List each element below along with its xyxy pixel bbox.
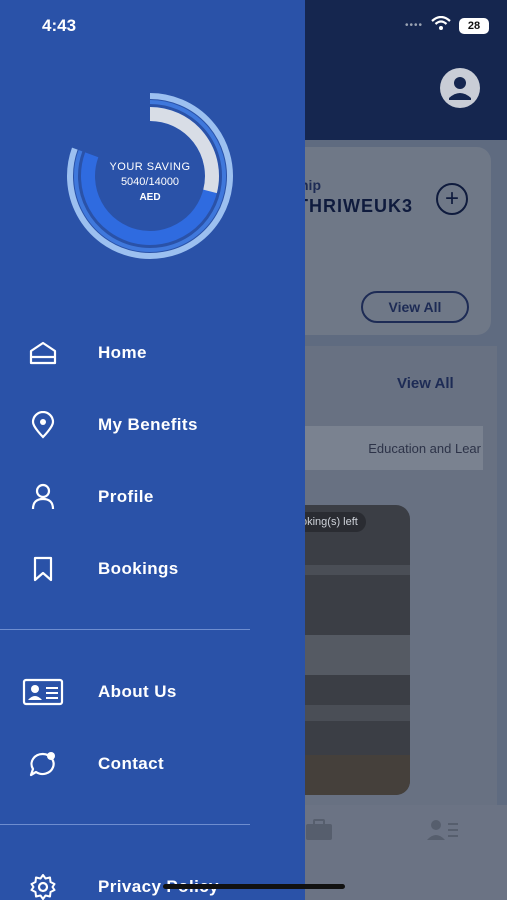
battery-icon: 28	[459, 17, 489, 34]
home-icon	[22, 338, 64, 368]
menu-label: Contact	[98, 754, 165, 773]
savings-currency: AED	[139, 192, 161, 203]
menu-label: Home	[98, 343, 147, 362]
menu-item-my-benefits[interactable]: My Benefits	[0, 400, 305, 450]
chat-bubble-icon	[22, 749, 64, 779]
id-card-icon	[22, 677, 64, 707]
home-indicator	[163, 884, 345, 889]
wifi-icon	[431, 15, 451, 35]
category-chip[interactable]: Education and Lear	[300, 426, 483, 470]
gear-icon	[22, 872, 64, 900]
menu-label: Bookings	[98, 559, 179, 578]
menu-item-privacy-policy[interactable]: Privacy Policy	[0, 862, 305, 900]
savings-label: YOUR SAVING	[109, 161, 191, 173]
savings-value: 5040/14000	[120, 176, 180, 188]
avatar-icon[interactable]	[433, 67, 487, 109]
menu-item-bookings[interactable]: Bookings	[0, 544, 305, 594]
menu-item-contact[interactable]: Contact	[0, 739, 305, 789]
signal-icon: ••••	[404, 20, 423, 31]
card-title: THRIWEUK3	[297, 196, 413, 216]
side-drawer: YOUR SAVING 5040/14000 AED Home My Benef…	[0, 0, 305, 900]
menu-item-profile[interactable]: Profile	[0, 472, 305, 522]
briefcase-icon[interactable]	[304, 818, 334, 842]
status-bar: 4:43 •••• 28	[0, 0, 507, 50]
benefit-image[interactable]	[290, 505, 410, 795]
card-view-all-button[interactable]: View All	[361, 291, 469, 323]
savings-summary: YOUR SAVING 5040/14000 AED	[40, 160, 260, 205]
menu-label: About Us	[98, 682, 177, 701]
menu-divider	[0, 824, 250, 825]
status-time: 4:43	[42, 16, 77, 35]
menu-label: My Benefits	[98, 415, 198, 434]
menu-label: Profile	[98, 487, 154, 506]
section-view-all-link[interactable]: View All	[397, 375, 454, 392]
status-icons: •••• 28	[404, 15, 489, 35]
contacts-icon[interactable]	[426, 818, 458, 842]
savings-ring: YOUR SAVING 5040/14000 AED	[40, 90, 260, 270]
menu-item-home[interactable]: Home	[0, 328, 305, 378]
menu-divider	[0, 629, 250, 630]
menu-item-about-us[interactable]: About Us	[0, 667, 305, 717]
location-pin-icon	[22, 410, 64, 440]
bookmark-icon	[22, 554, 64, 584]
add-icon[interactable]: +	[436, 183, 468, 215]
user-icon	[22, 482, 64, 512]
